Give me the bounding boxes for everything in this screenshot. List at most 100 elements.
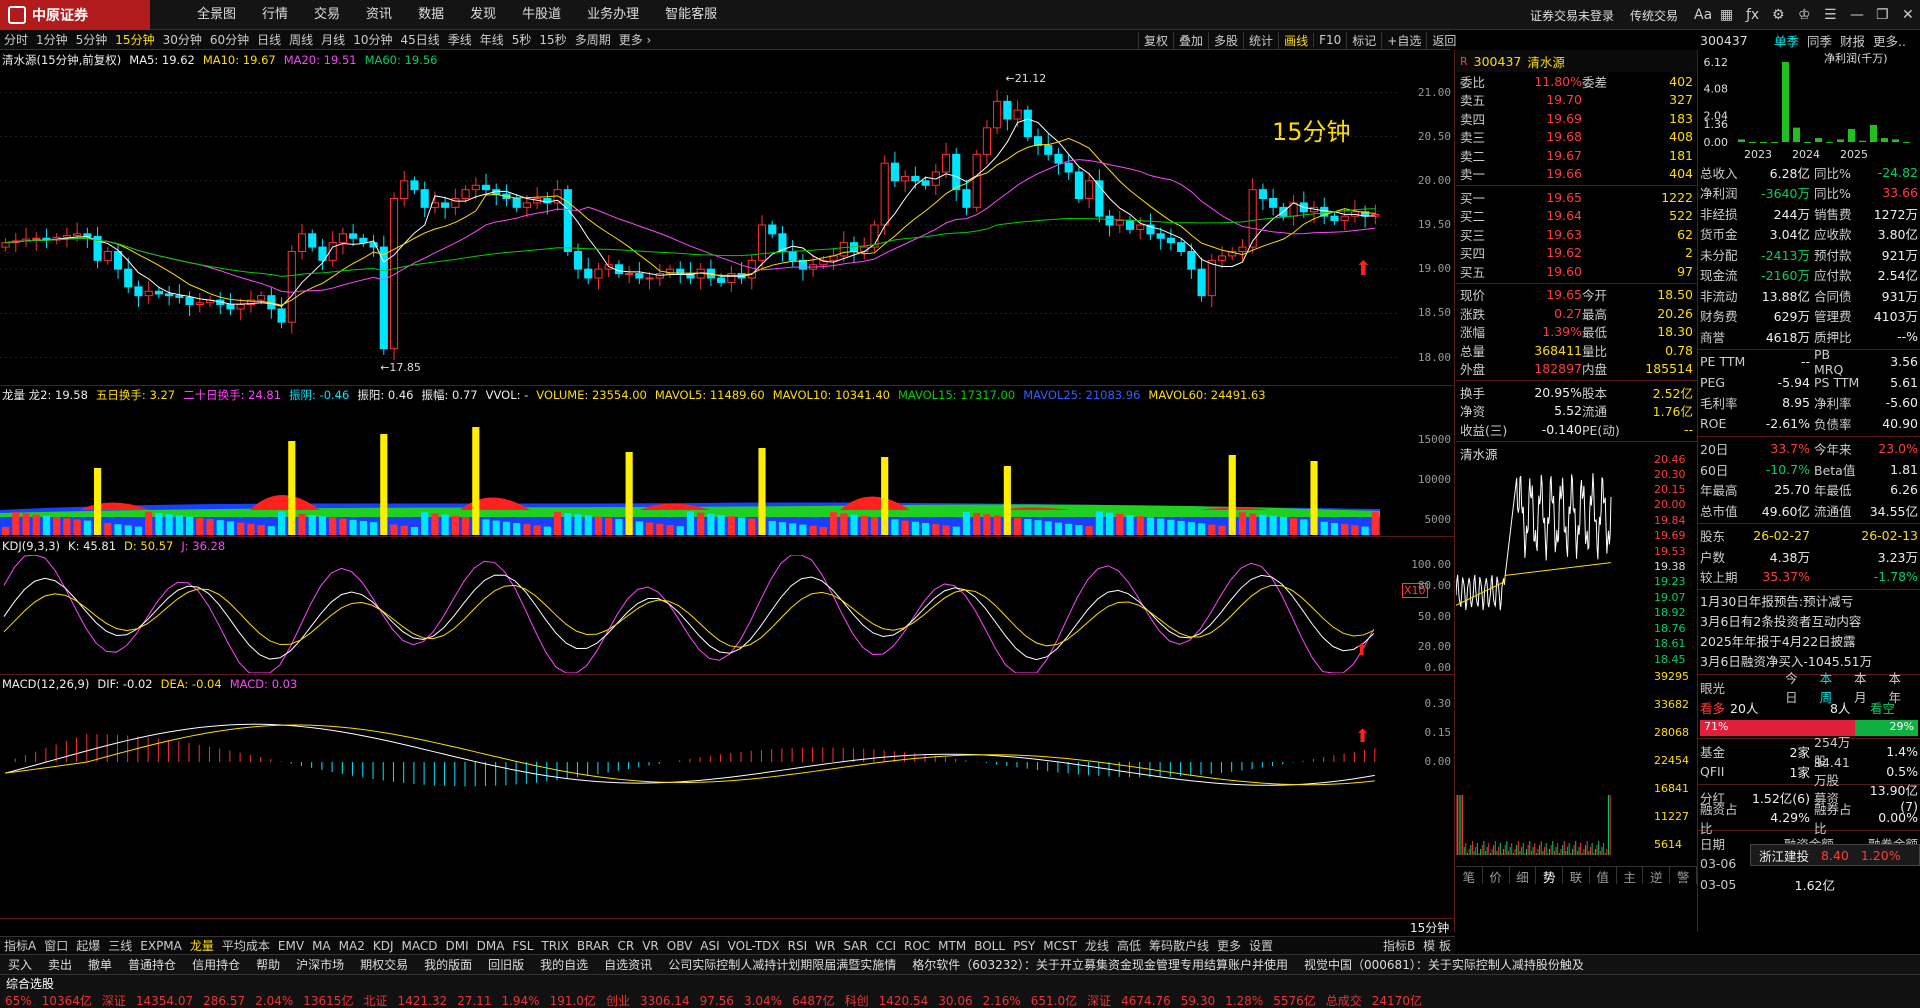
gear-icon[interactable]: ⚙ — [1764, 7, 1790, 23]
fin-tab[interactable]: 财报 — [1836, 31, 1869, 50]
main-chart-area[interactable]: 清水源(15分钟,前复权) MA5: 19.62 MA10: 19.67 MA2… — [0, 50, 1455, 985]
period-tab[interactable]: 分时 — [0, 31, 32, 48]
period-tab[interactable]: 1分钟 — [32, 31, 72, 48]
menu-item[interactable]: 业务办理 — [574, 0, 652, 30]
indicator-tab[interactable]: SAR — [839, 939, 871, 953]
chart-tool-button[interactable]: 画线 — [1278, 31, 1313, 49]
chart-tool-button[interactable]: 叠加 — [1173, 31, 1208, 49]
quote-tab[interactable]: 价 — [1483, 866, 1510, 885]
indicator-tab[interactable]: TRIX — [537, 939, 572, 953]
menu-item[interactable]: 资讯 — [353, 0, 405, 30]
indicator-tab[interactable]: 指标A — [0, 937, 40, 954]
indicator-tab[interactable]: 窗口 — [40, 937, 72, 954]
indicator-tab[interactable]: ASI — [696, 939, 723, 953]
indicator-tab[interactable]: MA — [308, 939, 335, 953]
toolbar-item[interactable]: 沪深市场 — [288, 956, 352, 973]
indicator-tab[interactable]: EMV — [274, 939, 308, 953]
news-item[interactable]: 3月6日有2条投资者互动内容 — [1698, 612, 1920, 632]
menu-item[interactable]: 全景图 — [184, 0, 249, 30]
toolbar-item[interactable]: 视觉中国（000681）：关于实际控制人减持股份触及 — [1296, 956, 1592, 973]
menu-item[interactable]: 数据 — [405, 0, 457, 30]
indicator-tab[interactable]: 龙量 — [186, 937, 218, 954]
candlestick-chart[interactable]: ←21.12 ←17.85 ⬆ — [0, 66, 1398, 384]
toolbar-item[interactable]: 信用持仓 — [184, 956, 248, 973]
indicator-tab[interactable]: WR — [811, 939, 839, 953]
toolbar-item[interactable]: 格尔软件（603232）：关于开立募集资金现金管理专用结算账户并使用 — [904, 956, 1296, 973]
indicator-tab[interactable]: 更多 — [1213, 937, 1245, 954]
indicator-tab[interactable]: CCI — [872, 939, 900, 953]
indicator-tab[interactable]: OBV — [663, 939, 697, 953]
toolbar-item[interactable]: 公司实际控制人减持计划期限届满暨实施情 — [660, 956, 904, 973]
indicator-tab[interactable]: 设置 — [1245, 937, 1277, 954]
quote-tab[interactable]: 逆 — [1643, 866, 1671, 885]
toolbar-item[interactable]: 买入 — [0, 956, 40, 973]
chart-tool-button[interactable]: 复权 — [1138, 31, 1173, 49]
period-tab[interactable]: 更多 › — [615, 31, 656, 48]
menu-item[interactable]: 牛股道 — [509, 0, 574, 30]
toolbar-item[interactable]: 回旧版 — [480, 956, 532, 973]
news-item[interactable]: 1月30日年报预告:预计减亏 — [1698, 592, 1920, 612]
kdj-chart[interactable]: ⬆ — [0, 555, 1398, 673]
period-tab[interactable]: 日线 — [253, 31, 285, 48]
chart-tool-button[interactable]: F10 — [1313, 33, 1346, 47]
indicator-tab[interactable]: FSL — [508, 939, 537, 953]
quote-tab[interactable]: 警 — [1670, 866, 1698, 885]
indicator-tab[interactable]: MA2 — [335, 939, 369, 953]
period-tab[interactable]: 季线 — [444, 31, 476, 48]
quote-tab[interactable]: 势 — [1536, 866, 1564, 885]
indicator-tab[interactable]: VOL-TDX — [724, 939, 784, 953]
quote-tab[interactable]: 笔 — [1456, 866, 1483, 885]
login-status[interactable]: 证券交易未登录 — [1522, 7, 1622, 24]
bull-label[interactable]: 看多 — [1700, 698, 1730, 717]
fin-tab[interactable]: 单季 — [1770, 31, 1803, 50]
period-tab[interactable]: 5分钟 — [72, 31, 112, 48]
toolbar-item[interactable]: 卖出 — [40, 956, 80, 973]
shirt-icon[interactable]: ♔ — [1790, 7, 1816, 23]
indicator-tab[interactable]: MCST — [1039, 939, 1081, 953]
period-tab[interactable]: 月线 — [317, 31, 349, 48]
menu-item[interactable]: 发现 — [457, 0, 509, 30]
indicator-tab[interactable]: 筹码散户线 — [1145, 937, 1213, 954]
close-icon[interactable]: ✕ — [1894, 7, 1920, 23]
chart-tool-button[interactable]: 标记 — [1346, 31, 1381, 49]
stock-popup[interactable]: 浙江建投 8.40 1.20% — [1750, 844, 1920, 866]
period-tab[interactable]: 30分钟 — [159, 31, 206, 48]
toolbar-item[interactable]: 自选资讯 — [596, 956, 660, 973]
indicator-tab[interactable]: BRAR — [573, 939, 614, 953]
indicator-tab[interactable]: PSY — [1009, 939, 1039, 953]
minimize-icon[interactable]: — — [1842, 7, 1868, 23]
indicator-tab[interactable]: RSI — [784, 939, 812, 953]
indicator-tab[interactable]: MTM — [934, 939, 970, 953]
toolbar-item[interactable]: 撤单 — [80, 956, 120, 973]
period-tab[interactable]: 周线 — [285, 31, 317, 48]
formula-icon[interactable]: ƒx — [1738, 7, 1764, 23]
screener-label[interactable]: 综合选股 — [0, 975, 60, 992]
quote-tab[interactable]: 值 — [1590, 866, 1617, 885]
indicator-tab[interactable]: MACD — [397, 939, 441, 953]
period-tab[interactable]: 10分钟 — [349, 31, 396, 48]
toolbar-item[interactable]: 帮助 — [248, 956, 288, 973]
macd-chart[interactable]: ⬆ — [0, 692, 1398, 812]
period-tab[interactable]: 15分钟 — [111, 31, 158, 48]
news-item[interactable]: 2025年年报于4月22日披露 — [1698, 632, 1920, 652]
quote-tab[interactable]: 联 — [1563, 866, 1590, 885]
bear-label[interactable]: 看空 — [1870, 698, 1895, 717]
indicator-tab[interactable]: 起爆 — [72, 937, 104, 954]
period-tab[interactable]: 年线 — [476, 31, 508, 48]
indicator-tab[interactable]: BOLL — [970, 939, 1009, 953]
chart-tool-button[interactable]: 多股 — [1208, 31, 1243, 49]
indicator-tab-right[interactable]: 指标B — [1379, 937, 1419, 954]
font-size-icon[interactable]: Aa — [1686, 7, 1712, 23]
indicator-tab[interactable]: 高低 — [1113, 937, 1145, 954]
menu-icon[interactable]: ☰ — [1816, 7, 1842, 23]
indicator-tab[interactable]: EXPMA — [136, 939, 186, 953]
toolbar-item[interactable]: 我的版面 — [416, 956, 480, 973]
quote-tab[interactable]: 主 — [1617, 866, 1644, 885]
indicator-tab[interactable]: VR — [638, 939, 663, 953]
grid-icon[interactable]: ▦ — [1712, 7, 1738, 23]
indicator-tab[interactable]: DMI — [441, 939, 472, 953]
indicator-tab[interactable]: CR — [614, 939, 639, 953]
toolbar-item[interactable]: 普通持仓 — [120, 956, 184, 973]
intraday-mini-chart[interactable]: 20.46 20.30 20.15 20.00 19.84 19.69 19.53 19.38… — [1455, 453, 1697, 860]
period-tab[interactable]: 多周期 — [571, 31, 615, 48]
